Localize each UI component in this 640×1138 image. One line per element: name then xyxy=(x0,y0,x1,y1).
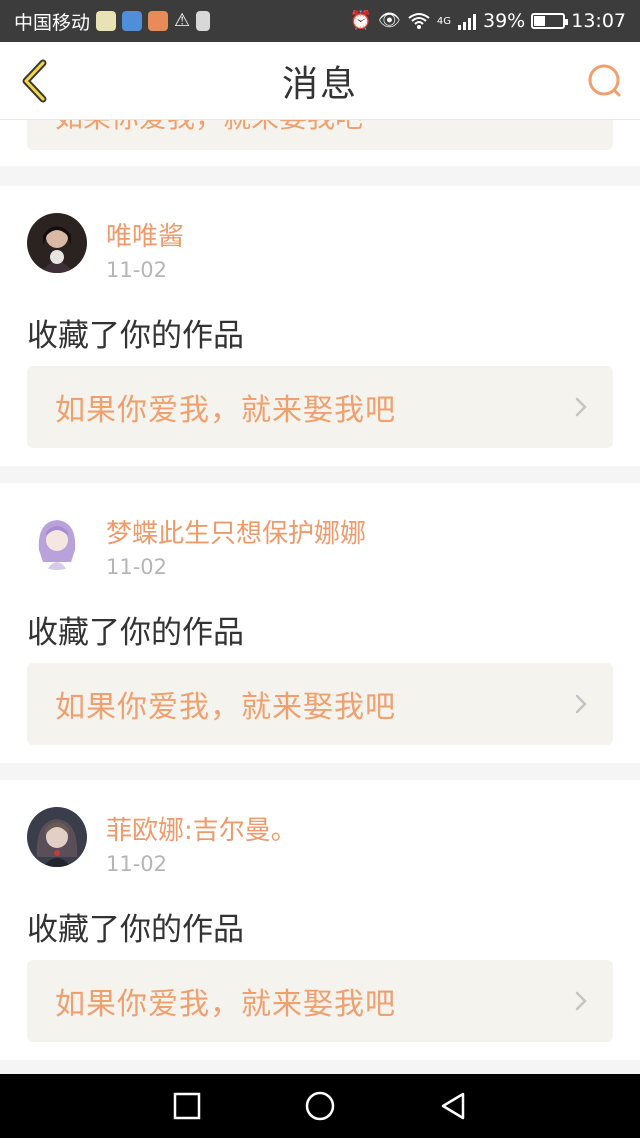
avatar[interactable] xyxy=(27,807,87,867)
message-card: 菲欧娜:吉尔曼。 11-02 收藏了你的作品 如果你爱我，就来娶我吧 xyxy=(0,780,640,1060)
chevron-right-icon xyxy=(575,694,587,714)
app-notification-icon xyxy=(122,11,143,31)
message-date: 11-02 xyxy=(106,258,168,282)
work-title: 如果你爱我，就来娶我吧 xyxy=(55,393,396,428)
nav-back-button[interactable] xyxy=(431,1084,475,1128)
signal-icon xyxy=(458,14,476,30)
sd-card-icon xyxy=(196,11,211,31)
alarm-icon: ⏰ xyxy=(349,10,373,31)
eye-icon: 👁 xyxy=(378,10,401,31)
message-feed[interactable]: 如果你爱我，就来娶我吧 唯唯酱 11-02 收藏了你的作品 如果你爱我，就来娶我… xyxy=(0,120,640,1074)
wifi-icon xyxy=(408,13,430,29)
clock: 13:07 xyxy=(571,10,626,32)
warning-icon: ⚠ xyxy=(174,10,191,31)
network-type-label: 4G xyxy=(436,16,451,27)
chevron-right-icon xyxy=(575,397,587,417)
avatar-image xyxy=(27,510,87,570)
search-icon xyxy=(588,64,621,97)
battery-fill xyxy=(534,16,546,26)
app-notification-icon xyxy=(148,11,169,31)
circle-icon xyxy=(305,1091,335,1121)
action-text: 收藏了你的作品 xyxy=(27,615,244,651)
app-notification-icon xyxy=(96,11,117,31)
user-name[interactable]: 梦蝶此生只想保护娜娜 xyxy=(106,513,366,550)
square-icon xyxy=(173,1092,200,1120)
work-title: 如果你爱我，就来娶我吧 xyxy=(55,987,396,1022)
recents-button[interactable] xyxy=(165,1084,209,1128)
chevron-left-icon xyxy=(22,59,47,103)
triangle-back-icon xyxy=(442,1092,465,1120)
chevron-right-icon xyxy=(575,991,587,1011)
system-nav-bar xyxy=(0,1074,640,1138)
avatar[interactable] xyxy=(27,510,87,570)
avatar-image xyxy=(27,213,87,273)
user-name[interactable]: 菲欧娜:吉尔曼。 xyxy=(106,810,297,847)
message-date: 11-02 xyxy=(106,555,168,579)
work-link[interactable]: 如果你爱我，就来娶我吧 xyxy=(27,960,613,1042)
work-link[interactable]: 如果你爱我，就来娶我吧 xyxy=(27,366,613,448)
search-button[interactable] xyxy=(584,60,626,102)
action-text: 收藏了你的作品 xyxy=(27,912,244,948)
battery-percent: 39% xyxy=(483,10,526,32)
battery-icon xyxy=(531,13,569,29)
work-title: 如果你爱我，就来娶我吧 xyxy=(55,120,363,134)
message-card-partial: 如果你爱我，就来娶我吧 xyxy=(0,120,640,166)
back-button[interactable] xyxy=(14,56,54,106)
work-title: 如果你爱我，就来娶我吧 xyxy=(55,690,396,725)
avatar[interactable] xyxy=(27,213,87,273)
work-link-partial[interactable]: 如果你爱我，就来娶我吧 xyxy=(27,120,613,150)
status-right: ⏰ 👁 4G 39% 13:07 xyxy=(350,10,626,32)
message-card: 梦蝶此生只想保护娜娜 11-02 收藏了你的作品 如果你爱我，就来娶我吧 xyxy=(0,483,640,763)
message-date: 11-02 xyxy=(106,852,168,876)
avatar-image xyxy=(27,807,87,867)
user-name[interactable]: 唯唯酱 xyxy=(106,216,184,253)
page-title: 消息 xyxy=(281,63,358,105)
status-left: 中国移动 ⚠ xyxy=(14,8,211,35)
message-card: 唯唯酱 11-02 收藏了你的作品 如果你爱我，就来娶我吧 xyxy=(0,186,640,466)
work-link[interactable]: 如果你爱我，就来娶我吧 xyxy=(27,663,613,745)
action-text: 收藏了你的作品 xyxy=(27,318,244,354)
app-header: 消息 xyxy=(0,42,640,120)
home-button[interactable] xyxy=(298,1084,342,1128)
status-bar: 中国移动 ⚠ ⏰ 👁 4G 39% 13:07 xyxy=(0,0,640,42)
carrier-label: 中国移动 xyxy=(14,11,91,34)
